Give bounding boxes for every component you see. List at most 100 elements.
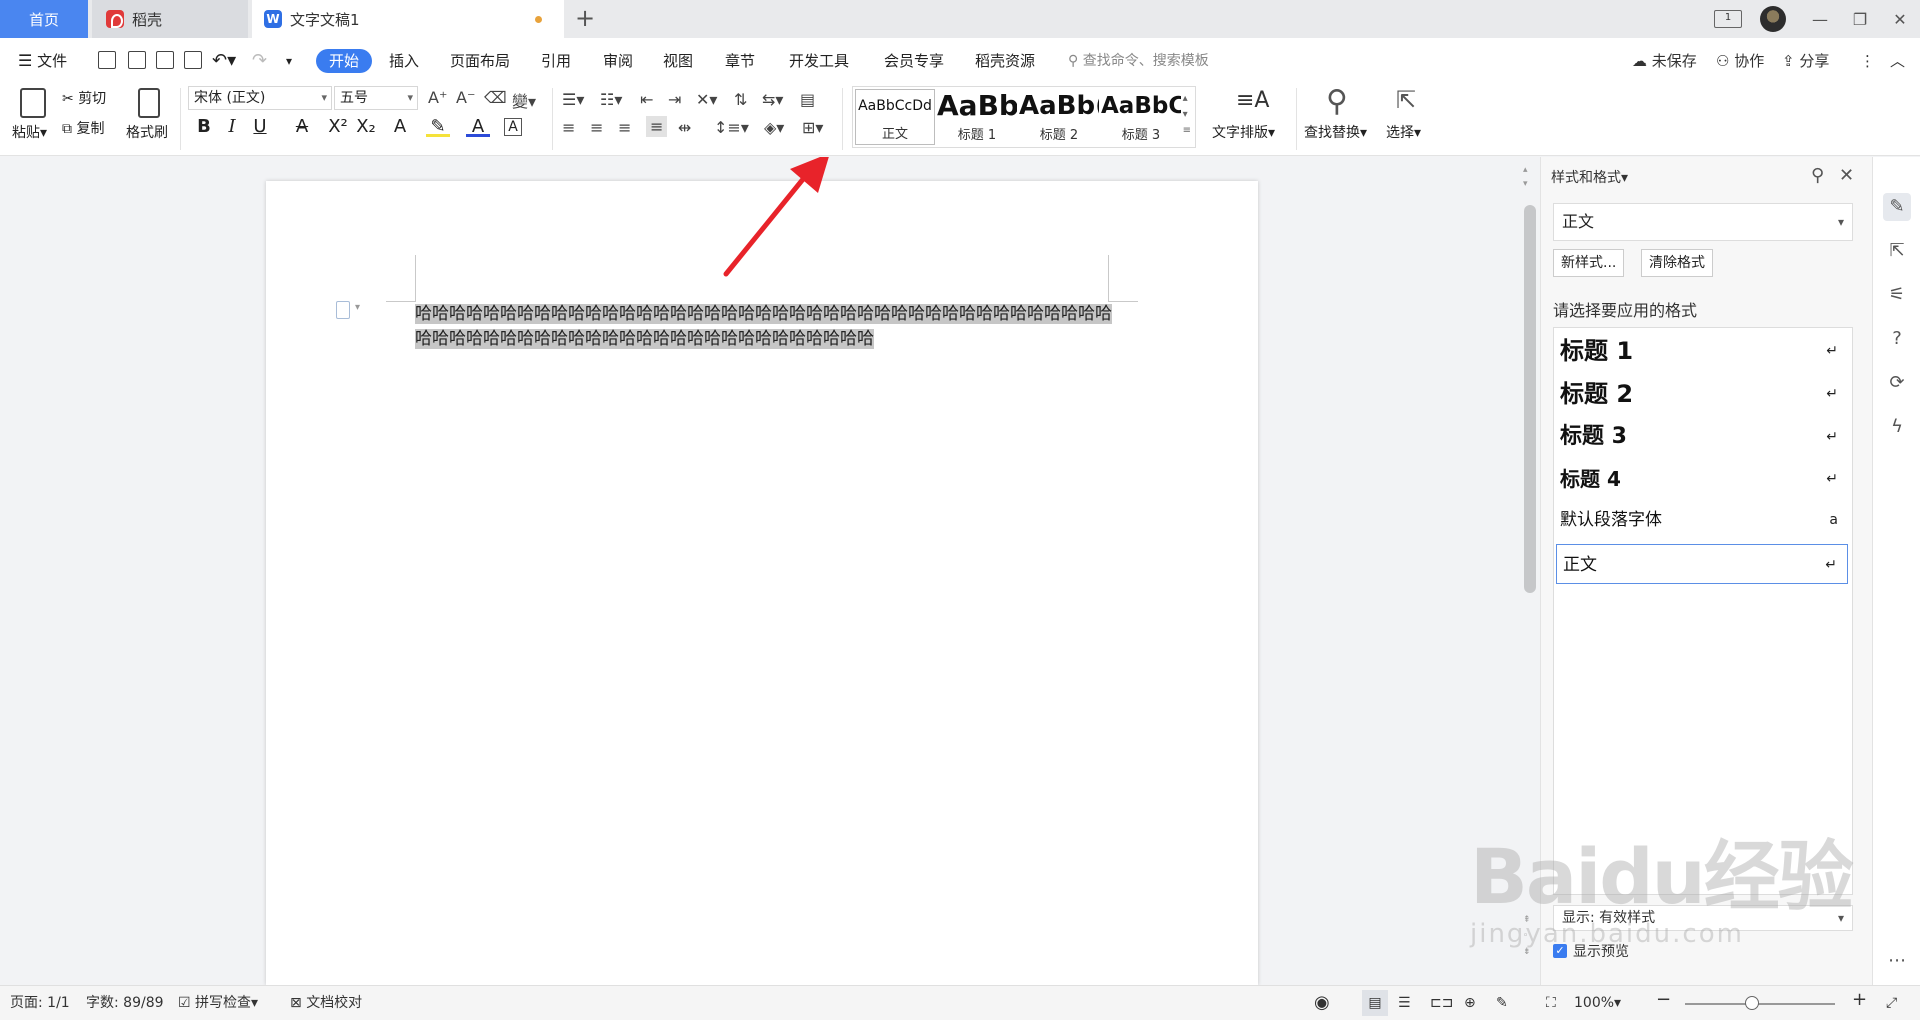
restore-button[interactable]: ❐ xyxy=(1840,10,1880,29)
bullet-list-icon[interactable]: ☰▾ xyxy=(562,90,584,109)
copy-button[interactable]: ⧉ 复制 xyxy=(62,118,104,138)
multi-window-icon[interactable]: 1 xyxy=(1714,10,1742,28)
bold-icon[interactable]: B xyxy=(192,115,216,139)
tab-home[interactable]: 首页 xyxy=(0,0,88,38)
help-icon[interactable]: ? xyxy=(1883,325,1911,353)
paragraph-handle-caret-icon[interactable]: ▾ xyxy=(355,302,360,313)
justify-icon[interactable]: ≡ xyxy=(646,116,668,137)
style-heading-2[interactable]: AaBb( 标题 2 xyxy=(1019,89,1099,145)
menu-review[interactable]: 审阅 xyxy=(603,49,633,73)
zoom-in-icon[interactable]: + xyxy=(1852,991,1867,1009)
more-tools-icon[interactable]: ⋯ xyxy=(1883,947,1911,975)
decrease-indent-icon[interactable]: ⇤ xyxy=(640,90,653,109)
align-center-icon[interactable]: ≡ xyxy=(590,118,603,137)
selected-text[interactable]: 哈哈哈哈哈哈哈哈哈哈哈哈哈哈哈哈哈哈哈哈哈哈哈哈哈哈哈哈哈哈哈哈哈哈哈哈哈哈哈哈… xyxy=(415,304,1112,349)
highlight-icon[interactable]: ✎ xyxy=(426,115,450,137)
document-page[interactable]: ▾ 哈哈哈哈哈哈哈哈哈哈哈哈哈哈哈哈哈哈哈哈哈哈哈哈哈哈哈哈哈哈哈哈哈哈哈哈哈哈… xyxy=(266,181,1258,985)
avatar[interactable] xyxy=(1760,6,1786,32)
scroll-up-icon[interactable]: ▾ xyxy=(1523,179,1528,189)
scroll-top-icon[interactable]: ▴ xyxy=(1523,165,1528,175)
next-page-icon[interactable]: ⇟ xyxy=(1523,947,1531,957)
format-painter-icon[interactable] xyxy=(138,88,160,118)
current-style-select[interactable]: 正文 xyxy=(1553,203,1853,241)
find-replace-button[interactable]: 查找替换▾ xyxy=(1304,122,1367,142)
zoom-out-icon[interactable]: − xyxy=(1656,991,1671,1009)
align-left-icon[interactable]: ≡ xyxy=(562,118,575,137)
pin-icon[interactable]: ⚲ xyxy=(1811,165,1824,186)
reading-view-icon[interactable]: ⊏⊐ xyxy=(1430,994,1453,1012)
strikethrough-icon[interactable]: A xyxy=(290,115,314,139)
print-preview-icon[interactable] xyxy=(184,51,202,69)
scrollbar-thumb[interactable] xyxy=(1524,205,1536,593)
font-size-select[interactable]: 五号 xyxy=(334,86,418,110)
fullscreen-icon[interactable]: ⤢ xyxy=(1886,994,1897,1012)
clear-format-button[interactable]: 清除格式 xyxy=(1641,249,1713,277)
new-tab-button[interactable]: + xyxy=(572,6,598,32)
unsaved-button[interactable]: ☁ 未保存 xyxy=(1632,49,1697,73)
redo-icon[interactable]: ↷ xyxy=(252,49,267,73)
paragraph-handle-icon[interactable] xyxy=(336,301,350,319)
menu-page-layout[interactable]: 页面布局 xyxy=(450,49,510,73)
font-family-select[interactable]: 宋体 (正文) xyxy=(188,86,332,110)
share-button[interactable]: ⇪ 分享 xyxy=(1782,49,1829,73)
italic-icon[interactable]: I xyxy=(220,115,244,139)
phonetic-guide-icon[interactable]: 變▾ xyxy=(512,88,536,112)
increase-indent-icon[interactable]: ⇥ xyxy=(668,90,681,109)
borders-icon[interactable]: ⊞▾ xyxy=(802,118,823,137)
adjust-icon[interactable]: ⚟ xyxy=(1883,281,1911,309)
file-menu[interactable]: ☰ 文件 xyxy=(18,49,67,73)
menu-chapter[interactable]: 章节 xyxy=(725,49,755,73)
style-list-item-heading-3[interactable]: 标题 3 ↵ xyxy=(1560,417,1848,457)
write-mode-icon[interactable]: ✎ xyxy=(1496,994,1508,1012)
distribute-icon[interactable]: ⇹ xyxy=(678,118,691,137)
style-list-item-default-font[interactable]: 默认段落字体 a xyxy=(1560,500,1848,540)
numbered-list-icon[interactable]: ☷▾ xyxy=(600,90,622,109)
minimize-button[interactable]: — xyxy=(1800,10,1840,29)
fit-page-icon[interactable]: ⛶ xyxy=(1546,994,1556,1012)
tab-document[interactable]: W 文字文稿1 xyxy=(252,0,564,38)
chinese-layout-icon[interactable]: ✕▾ xyxy=(696,90,717,109)
vertical-scrollbar[interactable]: ▴ ▾ ⇞ ◦ ⇟ xyxy=(1518,157,1540,985)
align-right-icon[interactable]: ≡ xyxy=(618,118,631,137)
text-effect-icon[interactable]: A xyxy=(388,115,412,139)
menu-start[interactable]: 开始 xyxy=(316,49,373,73)
show-styles-select[interactable]: 显示: 有效样式 xyxy=(1553,905,1853,931)
menu-references[interactable]: 引用 xyxy=(541,49,571,73)
text-direction-icon[interactable]: ⇆▾ xyxy=(762,90,783,109)
paste-button[interactable]: 粘贴▾ xyxy=(12,122,47,142)
style-heading-3[interactable]: AaBbC( 标题 3 xyxy=(1101,89,1181,145)
save-icon[interactable] xyxy=(98,51,116,69)
collab-button[interactable]: ⚇ 协作 xyxy=(1716,49,1764,73)
tab-daoke[interactable]: 稻壳 xyxy=(92,0,248,38)
eye-protection-icon[interactable]: ◉ xyxy=(1314,994,1330,1012)
shrink-font-icon[interactable]: A⁻ xyxy=(456,88,475,107)
spell-check-button[interactable]: ☑ 拼写检查▾ xyxy=(178,994,258,1012)
style-list-item-normal[interactable]: 正文 ↵ xyxy=(1556,544,1848,584)
line-spacing-icon[interactable]: ↕≡▾ xyxy=(714,118,749,137)
subscript-icon[interactable]: X₂ xyxy=(354,115,378,139)
menu-view[interactable]: 视图 xyxy=(663,49,693,73)
gallery-scroll-icon[interactable]: ▴ ▾ ≡ xyxy=(1183,91,1191,139)
page-view-icon[interactable]: ▤ xyxy=(1362,990,1388,1016)
document-body[interactable]: 哈哈哈哈哈哈哈哈哈哈哈哈哈哈哈哈哈哈哈哈哈哈哈哈哈哈哈哈哈哈哈哈哈哈哈哈哈哈哈哈… xyxy=(415,302,1113,352)
menu-daoke-resources[interactable]: 稻壳资源 xyxy=(975,49,1035,73)
backup-icon[interactable]: ⟳ xyxy=(1883,369,1911,397)
superscript-icon[interactable]: X² xyxy=(326,115,350,139)
styles-pane-title[interactable]: 样式和格式▾ xyxy=(1551,167,1628,187)
browse-object-icon[interactable]: ◦ xyxy=(1523,931,1528,941)
menu-developer[interactable]: 开发工具 xyxy=(789,49,849,73)
menu-member[interactable]: 会员专享 xyxy=(884,49,944,73)
style-list-item-heading-4[interactable]: 标题 4 ↵ xyxy=(1560,459,1848,499)
format-painter-button[interactable]: 格式刷 xyxy=(126,122,168,142)
word-count[interactable]: 字数: 89/89 xyxy=(86,994,164,1012)
style-heading-1[interactable]: AaBb 标题 1 xyxy=(937,89,1017,145)
zoom-slider[interactable] xyxy=(1685,1003,1835,1005)
select-pointer-icon[interactable]: ⇱ xyxy=(1883,237,1911,265)
style-list-item-heading-1[interactable]: 标题 1 ↵ xyxy=(1560,331,1848,371)
menu-insert[interactable]: 插入 xyxy=(389,49,419,73)
more-menu-icon[interactable]: ⋮ xyxy=(1860,49,1875,73)
close-pane-icon[interactable]: ✕ xyxy=(1839,165,1854,186)
paste-icon[interactable] xyxy=(20,88,46,118)
font-color-icon[interactable]: A xyxy=(466,115,490,137)
ruler-icon[interactable]: ▤ xyxy=(800,90,815,109)
